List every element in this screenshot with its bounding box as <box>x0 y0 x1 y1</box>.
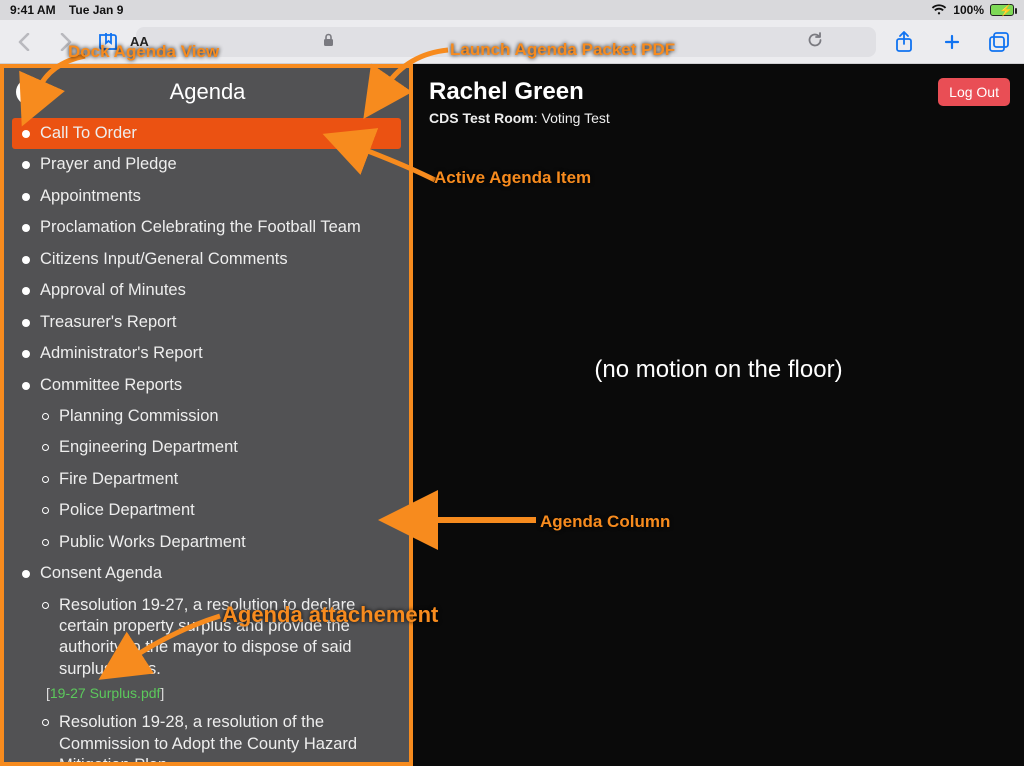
status-date: Tue Jan 9 <box>69 3 123 17</box>
agenda-item[interactable]: Engineering Department <box>4 432 409 463</box>
user-name: Rachel Green <box>429 78 1008 106</box>
logout-button[interactable]: Log Out <box>938 78 1010 106</box>
dock-agenda-button[interactable] <box>16 79 42 105</box>
hollow-bullet-icon <box>42 602 49 609</box>
hollow-bullet-icon <box>42 539 49 546</box>
lock-icon <box>323 33 334 50</box>
agenda-item-label: Approval of Minutes <box>40 280 399 301</box>
agenda-item[interactable]: Committee Reports <box>4 370 409 401</box>
bullet-icon <box>22 193 30 201</box>
bullet-icon <box>22 382 30 390</box>
agenda-item[interactable]: Planning Commission <box>4 401 409 432</box>
hollow-bullet-icon <box>42 507 49 514</box>
agenda-item-label: Consent Agenda <box>40 563 399 584</box>
agenda-header: Agenda <box>4 68 409 116</box>
agenda-item-label: Administrator's Report <box>40 343 399 364</box>
agenda-item[interactable]: Appointments <box>4 181 409 212</box>
reload-icon[interactable] <box>806 31 824 52</box>
agenda-title: Agenda <box>42 79 373 105</box>
agenda-list[interactable]: Call To Order Prayer and Pledge Appointmen… <box>4 116 409 762</box>
agenda-item-label: Treasurer's Report <box>40 312 399 333</box>
agenda-item-label: Prayer and Pledge <box>40 154 399 175</box>
bullet-icon <box>22 161 30 169</box>
hollow-bullet-icon <box>42 413 49 420</box>
attachment-link[interactable]: 19-27 Surplus.pdf <box>50 685 161 701</box>
agenda-item-label: Engineering Department <box>59 437 399 458</box>
hollow-bullet-icon <box>42 444 49 451</box>
agenda-attachment[interactable]: [19-27 Surplus.pdf] <box>46 685 409 707</box>
annotation-active-item: Active Agenda Item <box>434 168 591 188</box>
agenda-item-label: Proclamation Celebrating the Football Te… <box>40 217 399 238</box>
annotation-launch-pdf: Launch Agenda Packet PDF <box>450 40 675 60</box>
bullet-icon <box>22 256 30 264</box>
status-time: 9:41 AM <box>10 3 56 17</box>
bullet-icon <box>22 130 30 138</box>
room-label: CDS Test Room <box>429 110 534 126</box>
agenda-item[interactable]: Consent Agenda <box>4 558 409 589</box>
hollow-bullet-icon <box>42 719 49 726</box>
share-icon[interactable] <box>890 28 918 56</box>
floor-message: (no motion on the floor) <box>413 356 1024 384</box>
annotation-attachment: Agenda attachement <box>222 602 438 628</box>
agenda-item[interactable]: Prayer and Pledge <box>4 149 409 180</box>
agenda-item[interactable]: Proclamation Celebrating the Football Te… <box>4 212 409 243</box>
annotation-dock: Dock Agenda View <box>68 42 219 62</box>
bullet-icon <box>22 319 30 327</box>
agenda-item[interactable]: Administrator's Report <box>4 338 409 369</box>
bullet-icon <box>22 224 30 232</box>
agenda-item-label: Citizens Input/General Comments <box>40 249 399 270</box>
room-mode: Voting Test <box>542 110 610 126</box>
battery-pct: 100% <box>953 3 984 17</box>
agenda-item[interactable]: Call To Order <box>12 118 401 149</box>
battery-icon: ⚡ <box>990 4 1014 16</box>
agenda-item[interactable]: Public Works Department <box>4 527 409 558</box>
wifi-icon <box>931 4 947 16</box>
agenda-column: Agenda Call To Order Prayer and Pledge App… <box>0 64 413 766</box>
agenda-item[interactable]: Resolution 19-28, a resolution of the Co… <box>4 707 409 762</box>
new-tab-icon[interactable] <box>938 28 966 56</box>
agenda-item[interactable]: Citizens Input/General Comments <box>4 244 409 275</box>
launch-packet-pdf-button[interactable] <box>373 79 397 106</box>
bullet-icon <box>22 350 30 358</box>
hollow-bullet-icon <box>42 476 49 483</box>
room-line: CDS Test Room: Voting Test <box>429 110 1008 126</box>
agenda-item[interactable]: Fire Department <box>4 464 409 495</box>
agenda-item-label: Committee Reports <box>40 375 399 396</box>
agenda-item-label: Resolution 19-28, a resolution of the Co… <box>59 712 399 762</box>
agenda-item-label: Police Department <box>59 500 399 521</box>
back-icon[interactable] <box>10 28 38 56</box>
bullet-icon <box>22 287 30 295</box>
bullet-icon <box>22 570 30 578</box>
agenda-item[interactable]: Police Department <box>4 495 409 526</box>
ios-status-bar: 9:41 AM Tue Jan 9 100% ⚡ <box>0 0 1024 20</box>
agenda-item-label: Fire Department <box>59 469 399 490</box>
tabs-icon[interactable] <box>986 28 1014 56</box>
agenda-item-label: Appointments <box>40 186 399 207</box>
agenda-item[interactable]: Approval of Minutes <box>4 275 409 306</box>
agenda-item-label: Call To Order <box>40 123 391 144</box>
annotation-agenda-column: Agenda Column <box>540 512 670 532</box>
agenda-item-label: Planning Commission <box>59 406 399 427</box>
agenda-item[interactable]: Treasurer's Report <box>4 307 409 338</box>
agenda-item-label: Public Works Department <box>59 532 399 553</box>
